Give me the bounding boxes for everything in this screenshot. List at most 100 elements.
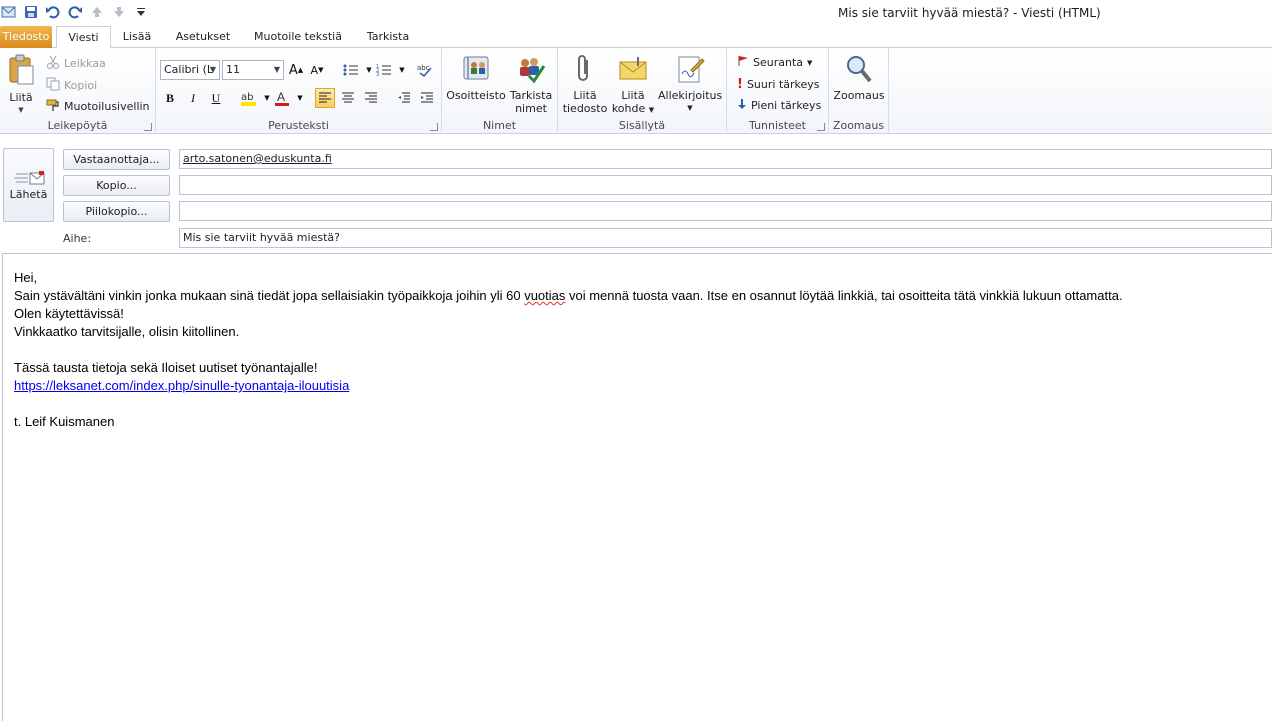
include-group: Liitä tiedosto Liitä kohde ▼ Allekirjoit… <box>558 48 727 134</box>
tab-insert[interactable]: Lisää <box>116 26 158 48</box>
message-body[interactable]: Hei, Sain ystävältäni vinkin jonka mukaa… <box>2 253 1272 721</box>
grow-font-icon[interactable]: A ▲ <box>286 60 306 80</box>
low-importance-label: Pieni tärkeys <box>751 99 822 112</box>
basic-text-launcher-icon[interactable] <box>430 123 438 131</box>
body-line-2: Sain ystävältäni vinkin jonka mukaan sin… <box>14 287 1123 305</box>
clipboard-group: Liitä ▼ Leikkaa Kopioi Muotoilusivellin … <box>0 48 156 134</box>
follow-up-label: Seuranta <box>753 56 804 69</box>
tab-review[interactable]: Tarkista <box>360 26 416 48</box>
zoom-label: Zoomaus <box>833 89 885 102</box>
format-painter-label: Muotoilusivellin <box>64 100 150 113</box>
to-field[interactable]: arto.satonen@eduskunta.fi <box>179 149 1272 169</box>
high-importance-button[interactable]: ! Suuri tärkeys <box>737 77 820 92</box>
zoom-group-label: Zoomaus <box>832 119 885 132</box>
check-names-label-1: Tarkista <box>509 89 553 102</box>
paste-button[interactable]: Liitä ▼ <box>4 54 38 117</box>
align-center-icon[interactable] <box>338 88 358 108</box>
outlook-app-icon[interactable] <box>0 3 18 21</box>
paperclip-icon <box>562 54 608 87</box>
increase-indent-icon[interactable] <box>417 88 437 108</box>
cc-button[interactable]: Kopio... <box>63 175 170 196</box>
clipboard-group-label: Leikepöytä <box>47 119 108 132</box>
zoom-group: Zoomaus Zoomaus <box>829 48 889 134</box>
cc-field[interactable] <box>179 175 1272 195</box>
format-painter-button[interactable]: Muotoilusivellin <box>46 98 150 115</box>
spelling-icon[interactable]: abc <box>415 60 435 80</box>
signature-button[interactable]: Allekirjoitus ▼ <box>658 54 722 115</box>
chevron-down-icon[interactable]: ▼ <box>392 60 412 80</box>
subject-label: Aihe: <box>63 232 92 245</box>
send-button[interactable]: Lähetä <box>3 148 54 222</box>
clipboard-launcher-icon[interactable] <box>144 123 152 131</box>
chevron-down-icon[interactable]: ▼ <box>290 88 310 108</box>
body-signature: t. Leif Kuismanen <box>14 414 115 429</box>
to-button[interactable]: Vastaanottaja... <box>63 149 170 170</box>
misspelled-word[interactable]: vuotias <box>524 288 565 303</box>
svg-text:3: 3 <box>376 72 379 77</box>
body-blank-line <box>14 341 1123 359</box>
cut-button[interactable]: Leikkaa <box>46 55 106 72</box>
font-size-value: 11 <box>226 63 240 76</box>
tags-launcher-icon[interactable] <box>817 123 825 131</box>
paintbrush-icon <box>46 98 60 115</box>
attach-file-label-2: tiedosto <box>562 102 608 115</box>
copy-icon <box>46 77 60 94</box>
ribbon-tabs: Tiedosto Viesti Lisää Asetukset Muotoile… <box>0 26 1272 49</box>
font-name-combo[interactable]: Calibri (L ▼ <box>160 60 220 80</box>
align-left-icon[interactable] <box>315 88 335 108</box>
exclamation-icon: ! <box>737 77 743 92</box>
check-names-label-2: nimet <box>515 102 547 115</box>
font-size-combo[interactable]: 11 ▼ <box>222 60 284 80</box>
shrink-font-icon[interactable]: A ▼ <box>307 60 327 80</box>
signature-label: Allekirjoitus <box>658 89 723 102</box>
italic-button[interactable]: I <box>183 88 203 108</box>
font-color-icon[interactable]: A <box>272 88 292 108</box>
message-text[interactable]: Hei, Sain ystävältäni vinkin jonka mukaa… <box>14 269 1123 431</box>
tab-format-text[interactable]: Muotoile tekstiä <box>248 26 348 48</box>
copy-button[interactable]: Kopioi <box>46 77 97 94</box>
quick-access-toolbar <box>0 3 150 21</box>
bcc-field[interactable] <box>179 201 1272 221</box>
customize-qat-icon[interactable] <box>132 3 150 21</box>
underline-button[interactable]: U <box>206 88 226 108</box>
zoom-button[interactable]: Zoomaus <box>831 54 887 102</box>
down-arrow-icon[interactable] <box>110 3 128 21</box>
subject-field[interactable]: Mis sie tarviit hyvää miestä? <box>179 228 1272 248</box>
include-group-label: Sisällytä <box>618 119 666 132</box>
tab-options[interactable]: Asetukset <box>170 26 236 48</box>
numbering-icon[interactable]: 123 <box>374 60 394 80</box>
chevron-down-icon: ▼ <box>273 65 280 74</box>
magnifier-icon <box>831 54 887 87</box>
tab-file[interactable]: Tiedosto <box>0 26 52 48</box>
redo-icon[interactable] <box>66 3 84 21</box>
align-right-icon[interactable] <box>361 88 381 108</box>
address-book-label: Osoitteisto <box>446 89 506 102</box>
save-icon[interactable] <box>22 3 40 21</box>
tags-group-label: Tunnisteet <box>749 119 806 132</box>
decrease-indent-icon[interactable] <box>394 88 414 108</box>
body-link[interactable]: https://leksanet.com/index.php/sinulle-t… <box>14 378 349 393</box>
title-bar: Mis sie tarviit hyvää miestä? - Viesti (… <box>0 0 1272 26</box>
to-recipient[interactable]: arto.satonen@eduskunta.fi <box>183 152 332 165</box>
bcc-button[interactable]: Piilokopio... <box>63 201 170 222</box>
attach-item-button[interactable]: Liitä kohde ▼ <box>610 54 656 117</box>
tab-message[interactable]: Viesti <box>56 26 111 49</box>
address-book-button[interactable]: Osoitteisto <box>446 54 506 102</box>
body-blank-line <box>14 395 1123 413</box>
follow-up-button[interactable]: Seuranta ▼ <box>737 55 812 70</box>
svg-text:A: A <box>277 90 285 104</box>
scissors-icon <box>46 55 60 72</box>
check-names-button[interactable]: Tarkista nimet <box>506 54 556 115</box>
down-arrow-icon <box>737 98 747 113</box>
chevron-down-icon: ▼ <box>687 104 693 112</box>
attach-file-button[interactable]: Liitä tiedosto <box>562 54 608 115</box>
bold-button[interactable]: B <box>160 88 180 108</box>
high-importance-label: Suuri tärkeys <box>746 78 820 91</box>
undo-icon[interactable] <box>44 3 62 21</box>
highlight-icon[interactable]: ab <box>239 88 259 108</box>
bullets-icon[interactable] <box>341 60 361 80</box>
up-arrow-icon[interactable] <box>88 3 106 21</box>
low-importance-button[interactable]: Pieni tärkeys <box>737 98 821 113</box>
attach-item-label-2: kohde <box>611 102 646 115</box>
chevron-down-icon: ▼ <box>648 106 655 114</box>
